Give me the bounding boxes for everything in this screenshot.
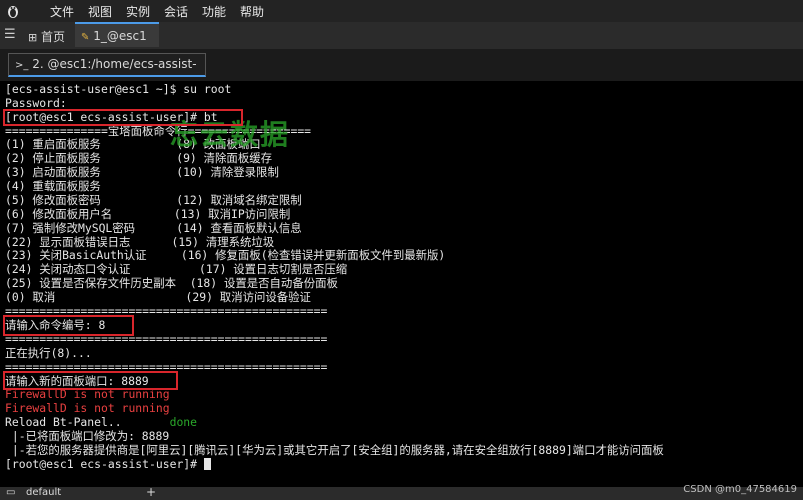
tab-session-esc1[interactable]: ✎ 1_@esc1 ✕ (75, 22, 159, 69)
terminal-line: [ecs-assist-user@esc1 ~]$ su root (5, 82, 232, 96)
tab-session-label: 1_@esc1 (93, 29, 147, 43)
terminal-output[interactable]: [ecs-assist-user@esc1 ~]$ su root Passwo… (0, 81, 803, 487)
terminal-line: (4) 重载面板服务 (5, 179, 101, 193)
terminal-line: (24) 关闭动态口令认证 (17) 设置日志切割是否压缩 (5, 262, 348, 276)
menu-file[interactable]: 文件 (50, 3, 74, 20)
add-tab-icon[interactable]: + (146, 485, 156, 499)
menu-session[interactable]: 会话 (164, 3, 188, 20)
terminal-line: |-已将面板端口修改为: 8889 (5, 429, 170, 443)
terminal-line: |-若您的服务器提供商是[阿里云][腾讯云][华为云]或其它开启了[安全组]的服… (5, 443, 664, 457)
prompt-text: [root@esc1 ecs-assist-user]# (5, 457, 204, 471)
session-icon: ✎ (81, 32, 90, 43)
terminal-line-error: FirewallD is not running (5, 387, 170, 401)
tab-terminal[interactable]: >_ 2. @esc1:/home/ecs-assist-user ✕ (8, 53, 206, 93)
credit-watermark: CSDN @m0_47584619 (683, 484, 797, 495)
done-status: done (169, 415, 198, 429)
menu-instance[interactable]: 实例 (126, 3, 150, 20)
reload-text: Reload Bt-Panel.. (5, 415, 170, 429)
linux-penguin-icon (8, 6, 18, 18)
terminal-line: 正在执行(8)... (5, 346, 92, 360)
highlight-box (3, 371, 178, 390)
tab-home[interactable]: ⊞ 首页 (28, 28, 65, 45)
menu-help[interactable]: 帮助 (240, 3, 264, 20)
terminal-small-icon: ▭ (6, 487, 16, 498)
terminal-line: (7) 强制修改MySQL密码 (14) 查看面板默认信息 (5, 221, 302, 235)
terminal-tab-bar: >_ 2. @esc1:/home/ecs-assist-user ✕ (0, 49, 803, 93)
terminal-line: (5) 修改面板密码 (12) 取消域名绑定限制 (5, 193, 302, 207)
sidebar-toggle-icon[interactable]: ☰ (4, 27, 16, 42)
menubar: 文件 视图 实例 会话 功能 帮助 (0, 0, 803, 22)
terminal-icon: >_ (15, 60, 29, 71)
highlight-box (3, 315, 134, 336)
grid-icon: ⊞ (28, 31, 38, 44)
terminal-line: (25) 设置是否保存文件历史副本 (18) 设置是否自动备份面板 (5, 276, 338, 290)
cursor (203, 458, 211, 470)
terminal-line: (23) 关闭BasicAuth认证 (16) 修复面板(检查错误并更新面板文件… (5, 248, 446, 262)
terminal-line: Reload Bt-Panel.. done (5, 415, 198, 430)
tab-home-label: 首页 (41, 30, 66, 44)
menu-view[interactable]: 视图 (88, 3, 112, 20)
terminal-line-error: FirewallD is not running (5, 401, 170, 415)
menu-function[interactable]: 功能 (202, 3, 226, 20)
bottom-tab-default[interactable]: default (26, 487, 61, 498)
terminal-line: (0) 取消 (29) 取消访问设备验证 (5, 290, 311, 304)
highlight-box (3, 109, 243, 126)
session-tab-bar: ☰ ⊞ 首页 ✎ 1_@esc1 ✕ (0, 22, 803, 69)
terminal-line: (3) 启动面板服务 (10) 清除登录限制 (5, 165, 279, 179)
terminal-line: (2) 停止面板服务 (9) 清除面板缓存 (5, 151, 272, 165)
terminal-line: (6) 修改面板用户名 (13) 取消IP访问限制 (5, 207, 291, 221)
terminal-prompt-line[interactable]: [root@esc1 ecs-assist-user]# (5, 457, 211, 472)
